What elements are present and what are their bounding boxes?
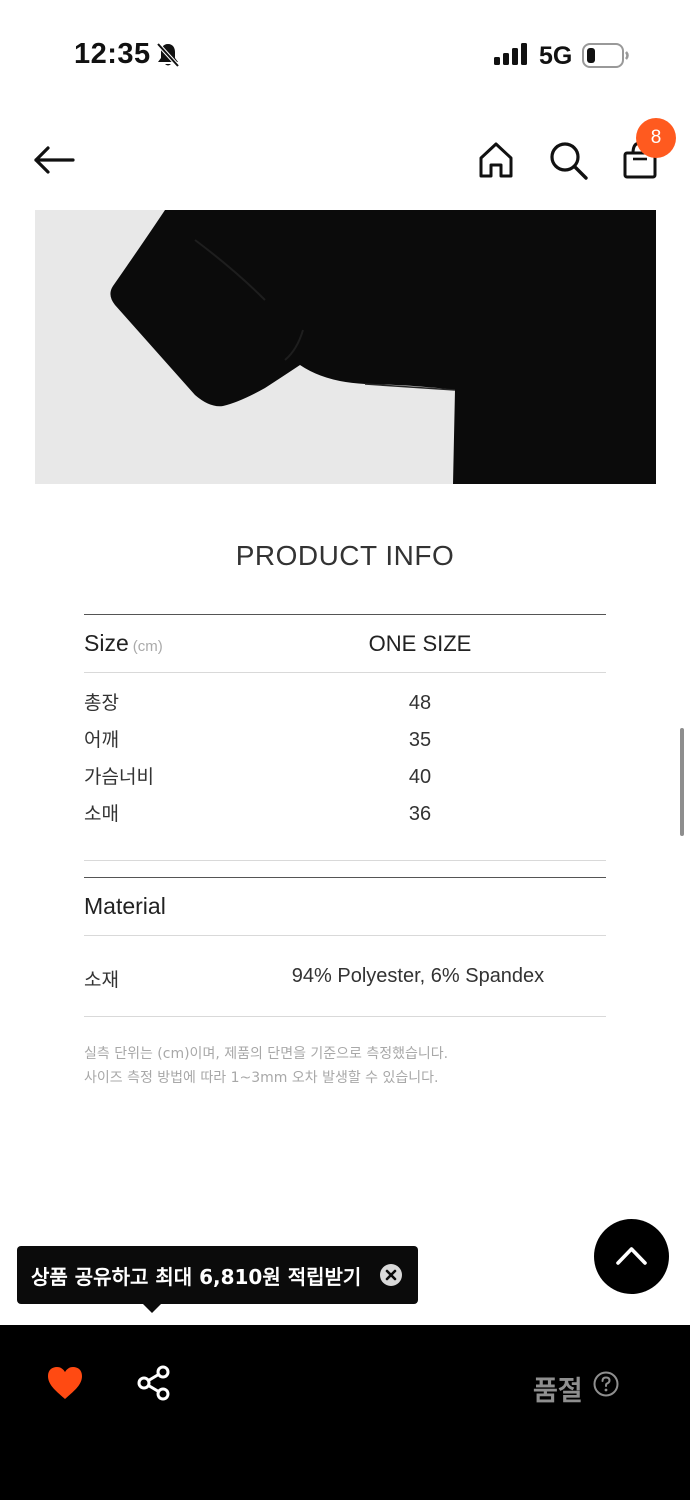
battery-icon <box>582 43 629 68</box>
size-unit: (cm) <box>132 638 163 655</box>
material-title: Material <box>84 893 166 919</box>
size-row: 소매 36 <box>84 799 606 836</box>
divider <box>84 614 606 615</box>
size-row: 어깨 35 <box>84 725 606 762</box>
toast-text: 상품 공유하고 최대 6,810원 적립받기 <box>31 1265 362 1289</box>
share-icon[interactable] <box>136 1365 172 1401</box>
size-row-label: 총장 <box>84 692 119 714</box>
close-icon[interactable] <box>380 1264 402 1286</box>
share-reward-toast[interactable]: 상품 공유하고 최대 6,810원 적립받기 <box>17 1246 418 1304</box>
size-row-label: 어깨 <box>84 729 119 751</box>
scrollbar[interactable] <box>680 728 684 836</box>
size-row: 가슴너비 40 <box>84 762 606 799</box>
divider <box>84 935 606 936</box>
help-icon[interactable] <box>593 1371 619 1397</box>
size-header: Size (cm) <box>84 630 163 657</box>
divider <box>84 672 606 673</box>
size-header-label: Size <box>84 630 129 656</box>
divider <box>84 877 606 878</box>
status-time: 12:35 <box>74 38 151 70</box>
home-icon[interactable] <box>474 138 518 182</box>
garment-image <box>35 210 656 484</box>
signal-icon <box>494 43 527 65</box>
divider <box>84 1016 606 1017</box>
divider <box>84 860 606 861</box>
measurement-note: 실측 단위는 (cm)이며, 제품의 단면을 기준으로 측정했습니다. <box>84 1046 449 1062</box>
measurement-note: 사이즈 측정 방법에 따라 1~3mm 오차 발생할 수 있습니다. <box>84 1070 439 1086</box>
cart-count-badge: 8 <box>636 118 676 158</box>
chevron-up-icon <box>616 1247 647 1265</box>
scroll-to-top-button[interactable] <box>594 1219 669 1294</box>
product-detail-page: 12:35 5G 8 PRODUCT INFO Size (cm) ONE SI… <box>0 0 690 1500</box>
product-info-title: PRODUCT INFO <box>235 540 455 571</box>
bell-off-icon <box>156 42 180 68</box>
material-value: 94% Polyester, 6% Spandex <box>291 965 545 987</box>
size-row: 총장 48 <box>84 688 606 725</box>
size-row-value: 35 <box>408 729 432 751</box>
bottom-action-bar: 품절 <box>0 1325 690 1500</box>
size-row-label: 소매 <box>84 803 119 825</box>
size-row-value: 40 <box>408 766 432 788</box>
search-icon[interactable] <box>546 138 590 182</box>
heart-icon[interactable] <box>46 1365 84 1401</box>
product-image <box>35 210 656 484</box>
size-table: 총장 48 어깨 35 가슴너비 40 소매 36 <box>84 688 606 836</box>
material-label: 소재 <box>84 969 119 991</box>
size-row-label: 가슴너비 <box>84 766 154 788</box>
size-row-value: 36 <box>408 803 432 825</box>
sold-out-label: 품절 <box>533 1376 583 1407</box>
size-column-header: ONE SIZE <box>368 631 472 656</box>
size-row-value: 48 <box>408 692 432 714</box>
toast-pointer <box>142 1303 162 1313</box>
top-nav: 8 <box>0 110 690 210</box>
back-arrow-icon[interactable] <box>32 138 76 182</box>
network-label: 5G <box>539 42 573 70</box>
status-bar: 12:35 5G <box>0 0 690 110</box>
